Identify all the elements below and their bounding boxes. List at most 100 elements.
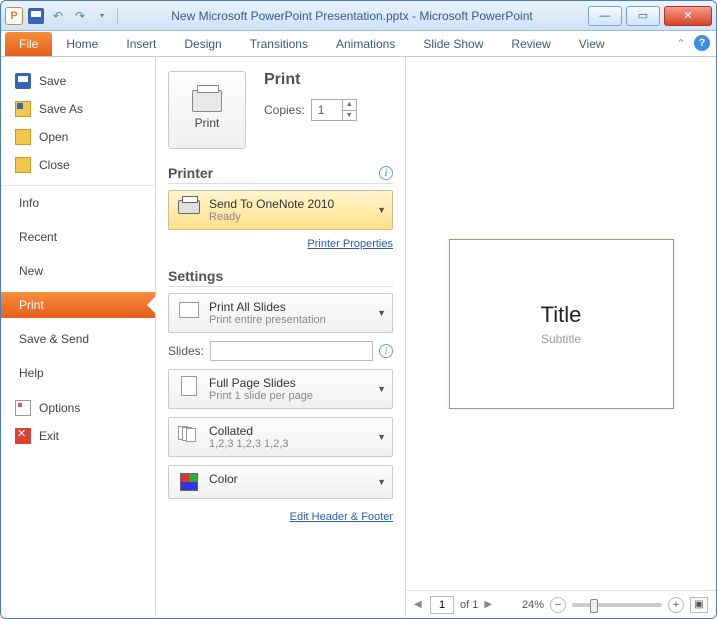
page-of-label: of 1	[460, 599, 478, 611]
app-window: P ↶ ↷ ▾ New Microsoft PowerPoint Present…	[0, 0, 717, 619]
titlebar: P ↶ ↷ ▾ New Microsoft PowerPoint Present…	[1, 1, 716, 31]
page-number-input[interactable]	[430, 596, 454, 614]
tab-file[interactable]: File	[5, 32, 52, 56]
slide-title: Title	[541, 302, 582, 328]
sidebar-item-new[interactable]: New	[1, 258, 155, 284]
slide-subtitle: Subtitle	[541, 332, 581, 346]
next-page-icon[interactable]: ▶	[484, 599, 494, 610]
copies-spinner[interactable]: ▲▼	[342, 100, 356, 120]
spin-down-icon[interactable]: ▼	[343, 111, 356, 121]
sidebar-label: Save As	[39, 102, 83, 116]
slides-input[interactable]	[210, 341, 373, 361]
color-icon	[180, 473, 198, 491]
sidebar-item-recent[interactable]: Recent	[1, 224, 155, 250]
slides-info-icon[interactable]: i	[379, 344, 393, 358]
sidebar-label: Options	[39, 401, 80, 415]
print-button[interactable]: Print	[168, 71, 246, 149]
printer-info-icon[interactable]: i	[379, 166, 393, 180]
sidebar-item-close[interactable]: Close	[1, 151, 155, 179]
setting-color[interactable]: Color ▼	[168, 465, 393, 499]
printer-small-icon	[178, 200, 200, 214]
copies-input[interactable]: 1 ▲▼	[311, 99, 357, 121]
sidebar-label: Save	[39, 74, 66, 88]
setting-title: Color	[209, 472, 238, 486]
close-icon	[15, 157, 31, 173]
slides-label: Slides:	[168, 344, 204, 358]
qat-dropdown-icon[interactable]: ▾	[93, 7, 111, 25]
setting-collate[interactable]: Collated 1,2,3 1,2,3 1,2,3 ▼	[168, 417, 393, 457]
setting-sub: Print 1 slide per page	[209, 390, 313, 402]
fit-to-window-button[interactable]: ▣	[690, 597, 708, 613]
tab-home[interactable]: Home	[52, 32, 112, 56]
slides-icon	[179, 302, 199, 318]
sidebar-label: Info	[19, 196, 39, 210]
chevron-down-icon: ▼	[377, 308, 386, 318]
ribbon-tabs: File Home Insert Design Transitions Anim…	[1, 31, 716, 57]
sidebar-label: Recent	[19, 230, 57, 244]
tab-slideshow[interactable]: Slide Show	[409, 32, 497, 56]
window-title: New Microsoft PowerPoint Presentation.pp…	[120, 9, 584, 23]
sidebar-label: Close	[39, 158, 70, 172]
sidebar-item-exit[interactable]: Exit	[1, 422, 155, 450]
ribbon-collapse-icon[interactable]: ⌃	[674, 36, 688, 50]
printer-selector[interactable]: Send To OneNote 2010 Ready ▼	[168, 190, 393, 230]
quick-access-toolbar: ↶ ↷ ▾	[27, 7, 120, 25]
printer-name: Send To OneNote 2010	[209, 197, 334, 211]
tab-transitions[interactable]: Transitions	[236, 32, 322, 56]
setting-title: Collated	[209, 424, 289, 438]
prev-page-icon[interactable]: ◀	[414, 599, 424, 610]
printer-icon	[192, 90, 222, 112]
sidebar-item-open[interactable]: Open	[1, 123, 155, 151]
setting-layout[interactable]: Full Page Slides Print 1 slide per page …	[168, 369, 393, 409]
tab-insert[interactable]: Insert	[112, 32, 170, 56]
maximize-button[interactable]: ▭	[626, 6, 660, 26]
sidebar-item-saveas[interactable]: Save As	[1, 95, 155, 123]
sidebar-label: Exit	[39, 429, 59, 443]
setting-print-range[interactable]: Print All Slides Print entire presentati…	[168, 293, 393, 333]
zoom-in-button[interactable]: +	[668, 597, 684, 613]
sidebar-item-options[interactable]: Options	[1, 394, 155, 422]
zoom-out-button[interactable]: −	[550, 597, 566, 613]
preview-statusbar: ◀ of 1 ▶ 24% − + ▣	[406, 590, 716, 618]
print-button-label: Print	[195, 116, 220, 130]
setting-title: Print All Slides	[209, 300, 326, 314]
edit-header-footer-link[interactable]: Edit Header & Footer	[290, 511, 393, 523]
close-button[interactable]: ✕	[664, 6, 712, 26]
options-icon	[15, 400, 31, 416]
qat-undo-icon[interactable]: ↶	[49, 7, 67, 25]
help-icon[interactable]: ?	[694, 35, 710, 51]
zoom-slider[interactable]	[572, 603, 662, 607]
zoom-label: 24%	[522, 599, 544, 611]
printer-heading: Printer	[168, 165, 213, 181]
spin-up-icon[interactable]: ▲	[343, 100, 356, 111]
printer-status: Ready	[209, 211, 334, 223]
printer-properties-link[interactable]: Printer Properties	[307, 238, 393, 250]
saveas-icon	[15, 101, 31, 117]
save-icon	[15, 73, 31, 89]
sidebar-item-info[interactable]: Info	[1, 190, 155, 216]
sidebar-item-save[interactable]: Save	[1, 67, 155, 95]
sidebar-label: New	[19, 264, 43, 278]
chevron-down-icon: ▼	[377, 477, 386, 487]
qat-redo-icon[interactable]: ↷	[71, 7, 89, 25]
sidebar-item-savesend[interactable]: Save & Send	[1, 326, 155, 352]
chevron-down-icon: ▼	[377, 205, 386, 215]
tab-animations[interactable]: Animations	[322, 32, 409, 56]
sidebar-label: Open	[39, 130, 68, 144]
sidebar-item-print[interactable]: Print	[1, 292, 155, 318]
tab-view[interactable]: View	[565, 32, 619, 56]
qat-separator	[117, 8, 118, 24]
settings-heading: Settings	[168, 268, 223, 284]
window-controls: — ▭ ✕	[584, 6, 712, 26]
tab-design[interactable]: Design	[170, 32, 235, 56]
copies-label: Copies:	[264, 103, 305, 117]
app-icon: P	[5, 7, 23, 25]
preview-area: Title Subtitle	[406, 57, 716, 590]
qat-save-icon[interactable]	[27, 7, 45, 25]
open-icon	[15, 129, 31, 145]
minimize-button[interactable]: —	[588, 6, 622, 26]
tab-review[interactable]: Review	[497, 32, 564, 56]
sidebar-item-help[interactable]: Help	[1, 360, 155, 386]
page-icon	[181, 376, 197, 396]
print-preview: Title Subtitle ◀ of 1 ▶ 24% − + ▣	[406, 57, 716, 618]
